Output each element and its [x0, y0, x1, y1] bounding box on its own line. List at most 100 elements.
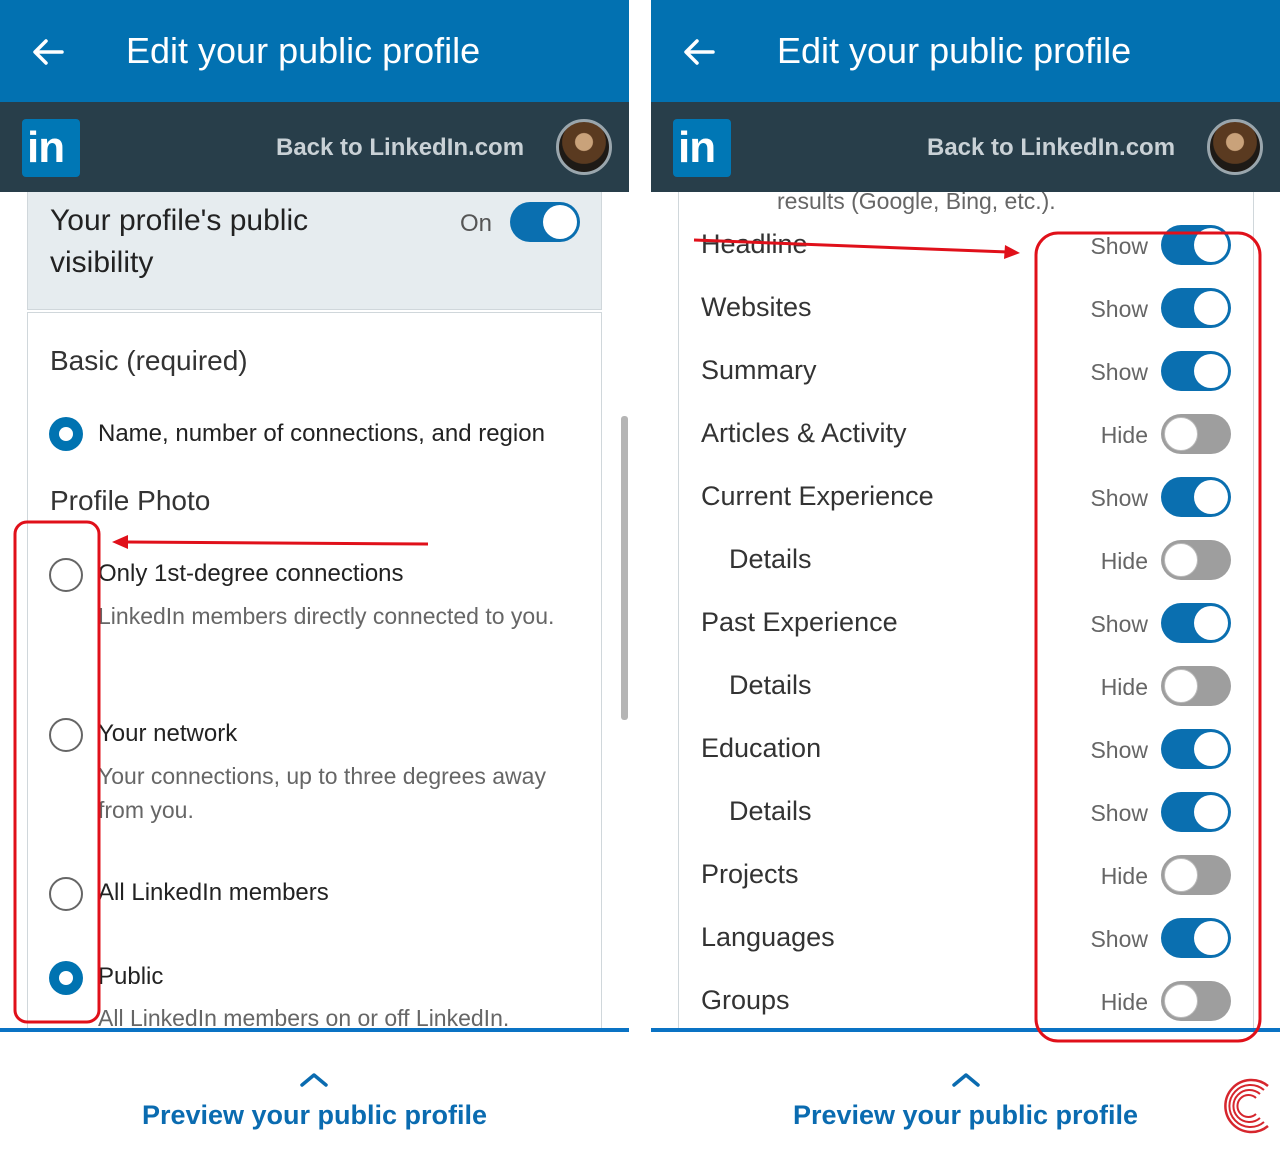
settings-content: Your profile's public visibility On Basi…	[0, 192, 629, 1030]
toggle-knob	[1194, 606, 1228, 640]
section-label-past-experience: Past Experience	[701, 607, 898, 637]
section-label-projects: Projects	[701, 859, 799, 889]
radio-all-members[interactable]	[49, 877, 83, 911]
section-state-text: Hide	[1100, 422, 1148, 448]
settings-content: results (Google, Bing, etc.). Headline Sh…	[651, 192, 1280, 1030]
section-label-articles-activity: Articles & Activity	[701, 418, 907, 448]
app-bar: Edit your public profile	[651, 0, 1280, 102]
section-state-text: Hide	[1100, 863, 1148, 889]
section-state-text: Show	[1090, 737, 1148, 763]
radio-first-degree[interactable]	[49, 558, 83, 592]
toggle-knob	[1194, 480, 1228, 514]
public-visibility-card: Your profile's public visibility On	[27, 192, 602, 310]
toggle-knob	[1164, 858, 1198, 892]
chevron-up-icon[interactable]	[951, 1070, 981, 1088]
section-toggle[interactable]	[1161, 414, 1231, 454]
toggle-knob	[1194, 228, 1228, 262]
basic-radio[interactable]	[49, 417, 83, 451]
section-state-text: Show	[1090, 485, 1148, 511]
scrollbar[interactable]	[621, 416, 628, 720]
section-state-text: Show	[1090, 296, 1148, 322]
back-arrow-icon[interactable]	[679, 32, 719, 72]
section-label-details: Details	[729, 796, 812, 826]
option-your-network-label: Your network	[98, 720, 238, 747]
toggle-knob	[1194, 795, 1228, 829]
section-state-text: Hide	[1100, 989, 1148, 1015]
back-arrow-icon[interactable]	[28, 32, 68, 72]
profile-photo-section-label: Profile Photo	[50, 485, 211, 516]
section-state-text: Show	[1090, 611, 1148, 637]
toggle-knob	[1194, 732, 1228, 766]
linkedin-logo-text: in	[27, 123, 65, 172]
toggle-knob	[1164, 984, 1198, 1018]
section-visibility-card: results (Google, Bing, etc.). Headline Sh…	[678, 192, 1254, 1030]
option-your-network-desc: Your connections, up to three degrees aw…	[98, 763, 546, 823]
section-toggle[interactable]	[1161, 792, 1231, 832]
public-visibility-title: Your profile's public visibility	[50, 204, 309, 279]
toggle-knob	[1164, 669, 1198, 703]
section-toggle[interactable]	[1161, 981, 1231, 1021]
section-toggle[interactable]	[1161, 918, 1231, 958]
toggle-knob	[1164, 543, 1198, 577]
back-to-linkedin-link[interactable]: Back to LinkedIn.com	[927, 134, 1175, 162]
page-title: Edit your public profile	[126, 30, 481, 71]
section-toggle[interactable]	[1161, 855, 1231, 895]
section-label-education: Education	[701, 733, 822, 763]
search-engines-note: results (Google, Bing, etc.).	[777, 192, 1056, 214]
right-screen: Edit your public profile in Back to Link…	[651, 0, 1280, 1168]
section-label-current-experience: Current Experience	[701, 481, 934, 511]
linkedin-logo-text: in	[678, 123, 716, 172]
section-toggle[interactable]	[1161, 225, 1231, 265]
section-toggle[interactable]	[1161, 477, 1231, 517]
avatar[interactable]	[556, 119, 612, 175]
section-label-groups: Groups	[701, 985, 790, 1015]
app-bar: Edit your public profile	[0, 0, 629, 102]
section-toggle[interactable]	[1161, 540, 1231, 580]
section-label-details: Details	[729, 670, 812, 700]
toggle-knob	[1164, 417, 1198, 451]
basic-option-label: Name, number of connections, and region	[98, 420, 545, 447]
section-label-headline: Headline	[701, 229, 808, 259]
page-title: Edit your public profile	[777, 30, 1132, 71]
toggle-knob	[1194, 291, 1228, 325]
section-state-text: Hide	[1100, 548, 1148, 574]
left-screen: Edit your public profile in Back to Link…	[0, 0, 629, 1168]
section-label-details: Details	[729, 544, 812, 574]
option-first-degree-desc: LinkedIn members directly connected to y…	[98, 603, 555, 629]
linkedin-logo[interactable]: in	[22, 119, 80, 177]
section-toggle[interactable]	[1161, 288, 1231, 328]
linkedin-header: in Back to LinkedIn.com	[651, 102, 1280, 192]
option-public-label: Public	[98, 963, 164, 990]
section-toggle[interactable]	[1161, 351, 1231, 391]
divider	[651, 1028, 1280, 1032]
option-first-degree-label: Only 1st-degree connections	[98, 560, 404, 587]
basic-section-label: Basic (required)	[50, 345, 248, 376]
public-visibility-state: On	[460, 210, 493, 237]
watermark-logo-icon	[1224, 1078, 1269, 1134]
linkedin-logo[interactable]: in	[673, 119, 731, 177]
radio-public[interactable]	[49, 961, 83, 995]
section-toggle[interactable]	[1161, 666, 1231, 706]
section-label-summary: Summary	[701, 355, 817, 385]
section-toggle[interactable]	[1161, 603, 1231, 643]
back-to-linkedin-link[interactable]: Back to LinkedIn.com	[276, 134, 524, 162]
visibility-settings-card: Basic (required) Name, number of connect…	[27, 312, 602, 1030]
divider	[0, 1028, 629, 1032]
toggle-knob	[543, 205, 577, 239]
toggle-knob	[1194, 921, 1228, 955]
toggle-knob	[1194, 354, 1228, 388]
preview-public-profile-link[interactable]: Preview your public profile	[651, 1100, 1280, 1131]
section-state-text: Show	[1090, 800, 1148, 826]
radio-your-network[interactable]	[49, 718, 83, 752]
public-visibility-toggle[interactable]	[510, 202, 580, 242]
linkedin-header: in Back to LinkedIn.com	[0, 102, 629, 192]
avatar[interactable]	[1207, 119, 1263, 175]
section-toggle[interactable]	[1161, 729, 1231, 769]
section-state-text: Show	[1090, 926, 1148, 952]
section-state-text: Show	[1090, 359, 1148, 385]
preview-public-profile-link[interactable]: Preview your public profile	[0, 1100, 629, 1131]
chevron-up-icon[interactable]	[299, 1070, 329, 1088]
section-state-text: Show	[1090, 233, 1148, 259]
option-all-members-label: All LinkedIn members	[98, 879, 329, 906]
section-state-text: Hide	[1100, 674, 1148, 700]
